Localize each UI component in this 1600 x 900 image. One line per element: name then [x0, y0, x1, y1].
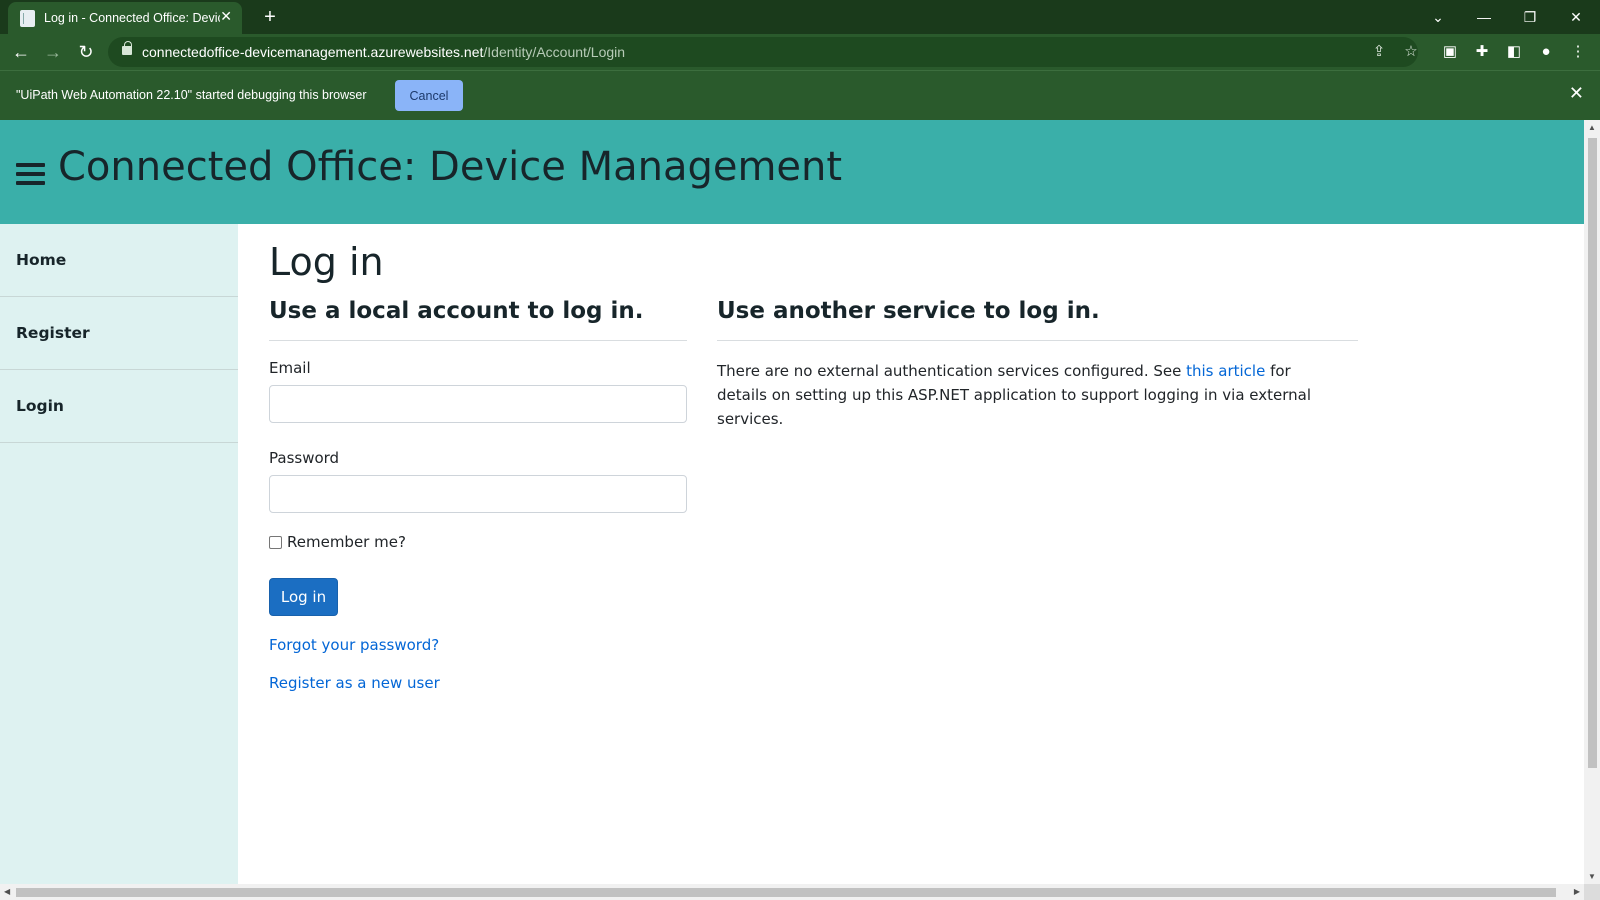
page-favicon-icon — [20, 10, 35, 27]
page-title: Log in — [269, 240, 384, 284]
address-bar[interactable]: connectedoffice-devicemanagement.azurewe… — [108, 37, 1418, 67]
scrollbar-corner — [1584, 884, 1600, 900]
browser-tab[interactable]: Log in - Connected Office: Device Manage… — [8, 2, 242, 34]
scroll-right-icon[interactable]: ▶ — [1574, 887, 1580, 896]
vertical-scrollbar[interactable]: ▲ ▼ — [1584, 120, 1600, 884]
debugging-infobar: "UiPath Web Automation 22.10" started de… — [0, 70, 1600, 120]
tab-search-icon[interactable]: ⌄ — [1418, 4, 1458, 30]
reload-button[interactable]: ↻ — [73, 39, 99, 65]
vertical-scroll-thumb[interactable] — [1588, 138, 1597, 768]
tab-close-icon[interactable]: ✕ — [220, 8, 232, 25]
back-button[interactable]: ← — [8, 39, 34, 65]
external-auth-message: There are no external authentication ser… — [717, 359, 1337, 431]
external-login-heading: Use another service to log in. — [717, 298, 1100, 324]
url-text[interactable]: connectedoffice-devicemanagement.azurewe… — [142, 44, 625, 60]
email-label: Email — [269, 359, 311, 377]
horizontal-scrollbar[interactable]: ◀ ▶ — [0, 884, 1584, 900]
share-icon[interactable]: ⇪ — [1368, 41, 1390, 63]
remember-me-row: Remember me? — [269, 531, 687, 553]
lock-icon[interactable] — [122, 41, 132, 55]
bookmark-star-icon[interactable]: ☆ — [1400, 41, 1422, 63]
side-panel-icon[interactable]: ◧ — [1502, 40, 1526, 64]
this-article-link[interactable]: this article — [1186, 362, 1265, 380]
browser-toolbar: ← → ↻ connectedoffice-devicemanagement.a… — [0, 34, 1600, 70]
email-field[interactable] — [269, 385, 687, 423]
url-domain: connectedoffice-devicemanagement.azurewe… — [142, 44, 484, 60]
forgot-password-link[interactable]: Forgot your password? — [269, 636, 687, 654]
minimize-button[interactable]: — — [1464, 4, 1504, 30]
local-login-heading: Use a local account to log in. — [269, 298, 644, 324]
main-content: Log in Use a local account to log in. Em… — [269, 224, 1569, 884]
hamburger-menu-icon[interactable] — [16, 163, 46, 185]
login-button[interactable]: Log in — [269, 578, 338, 616]
sidebar-item-register[interactable]: Register — [0, 297, 238, 370]
new-tab-button[interactable]: + — [258, 4, 282, 30]
extensions-puzzle-icon[interactable]: ✚ — [1470, 40, 1494, 64]
horizontal-scroll-thumb[interactable] — [16, 888, 1556, 897]
sidebar: Home Register Login — [0, 224, 238, 884]
infobar-cancel-button[interactable]: Cancel — [395, 80, 463, 111]
tab-title: Log in - Connected Office: Device Manage… — [44, 11, 220, 25]
window-close-button[interactable]: ✕ — [1556, 4, 1596, 30]
scroll-down-icon[interactable]: ▼ — [1588, 872, 1596, 881]
infobar-message: "UiPath Web Automation 22.10" started de… — [16, 88, 367, 102]
sidebar-item-home[interactable]: Home — [0, 224, 238, 297]
infobar-close-icon[interactable]: ✕ — [1569, 83, 1584, 104]
restore-button[interactable]: ❐ — [1510, 4, 1550, 30]
scroll-up-icon[interactable]: ▲ — [1588, 123, 1596, 132]
url-path: /Identity/Account/Login — [483, 44, 626, 60]
browser-tabstrip: Log in - Connected Office: Device Manage… — [0, 0, 1600, 34]
forward-button[interactable]: → — [40, 39, 66, 65]
uipath-extension-icon[interactable]: ▣ — [1438, 40, 1462, 64]
scroll-left-icon[interactable]: ◀ — [4, 887, 10, 896]
sidebar-item-login[interactable]: Login — [0, 370, 238, 443]
page-viewport: Connected Office: Device Management Home… — [0, 120, 1584, 884]
remember-me-label[interactable]: Remember me? — [287, 533, 406, 551]
app-header: Connected Office: Device Management — [0, 120, 1584, 224]
app-title: Connected Office: Device Management — [58, 144, 843, 190]
remember-me-checkbox[interactable] — [269, 535, 282, 549]
divider — [269, 340, 687, 341]
menu-kebab-icon[interactable]: ⋮ — [1566, 40, 1590, 64]
profile-avatar-icon[interactable]: ● — [1534, 40, 1558, 64]
register-new-user-link[interactable]: Register as a new user — [269, 674, 687, 692]
divider — [717, 340, 1358, 341]
password-label: Password — [269, 449, 340, 467]
local-login-section: Use a local account to log in. Email Pas… — [269, 294, 687, 692]
external-login-section: Use another service to log in. There are… — [717, 294, 1358, 431]
external-text-before: There are no external authentication ser… — [717, 362, 1187, 380]
password-field[interactable] — [269, 475, 687, 513]
